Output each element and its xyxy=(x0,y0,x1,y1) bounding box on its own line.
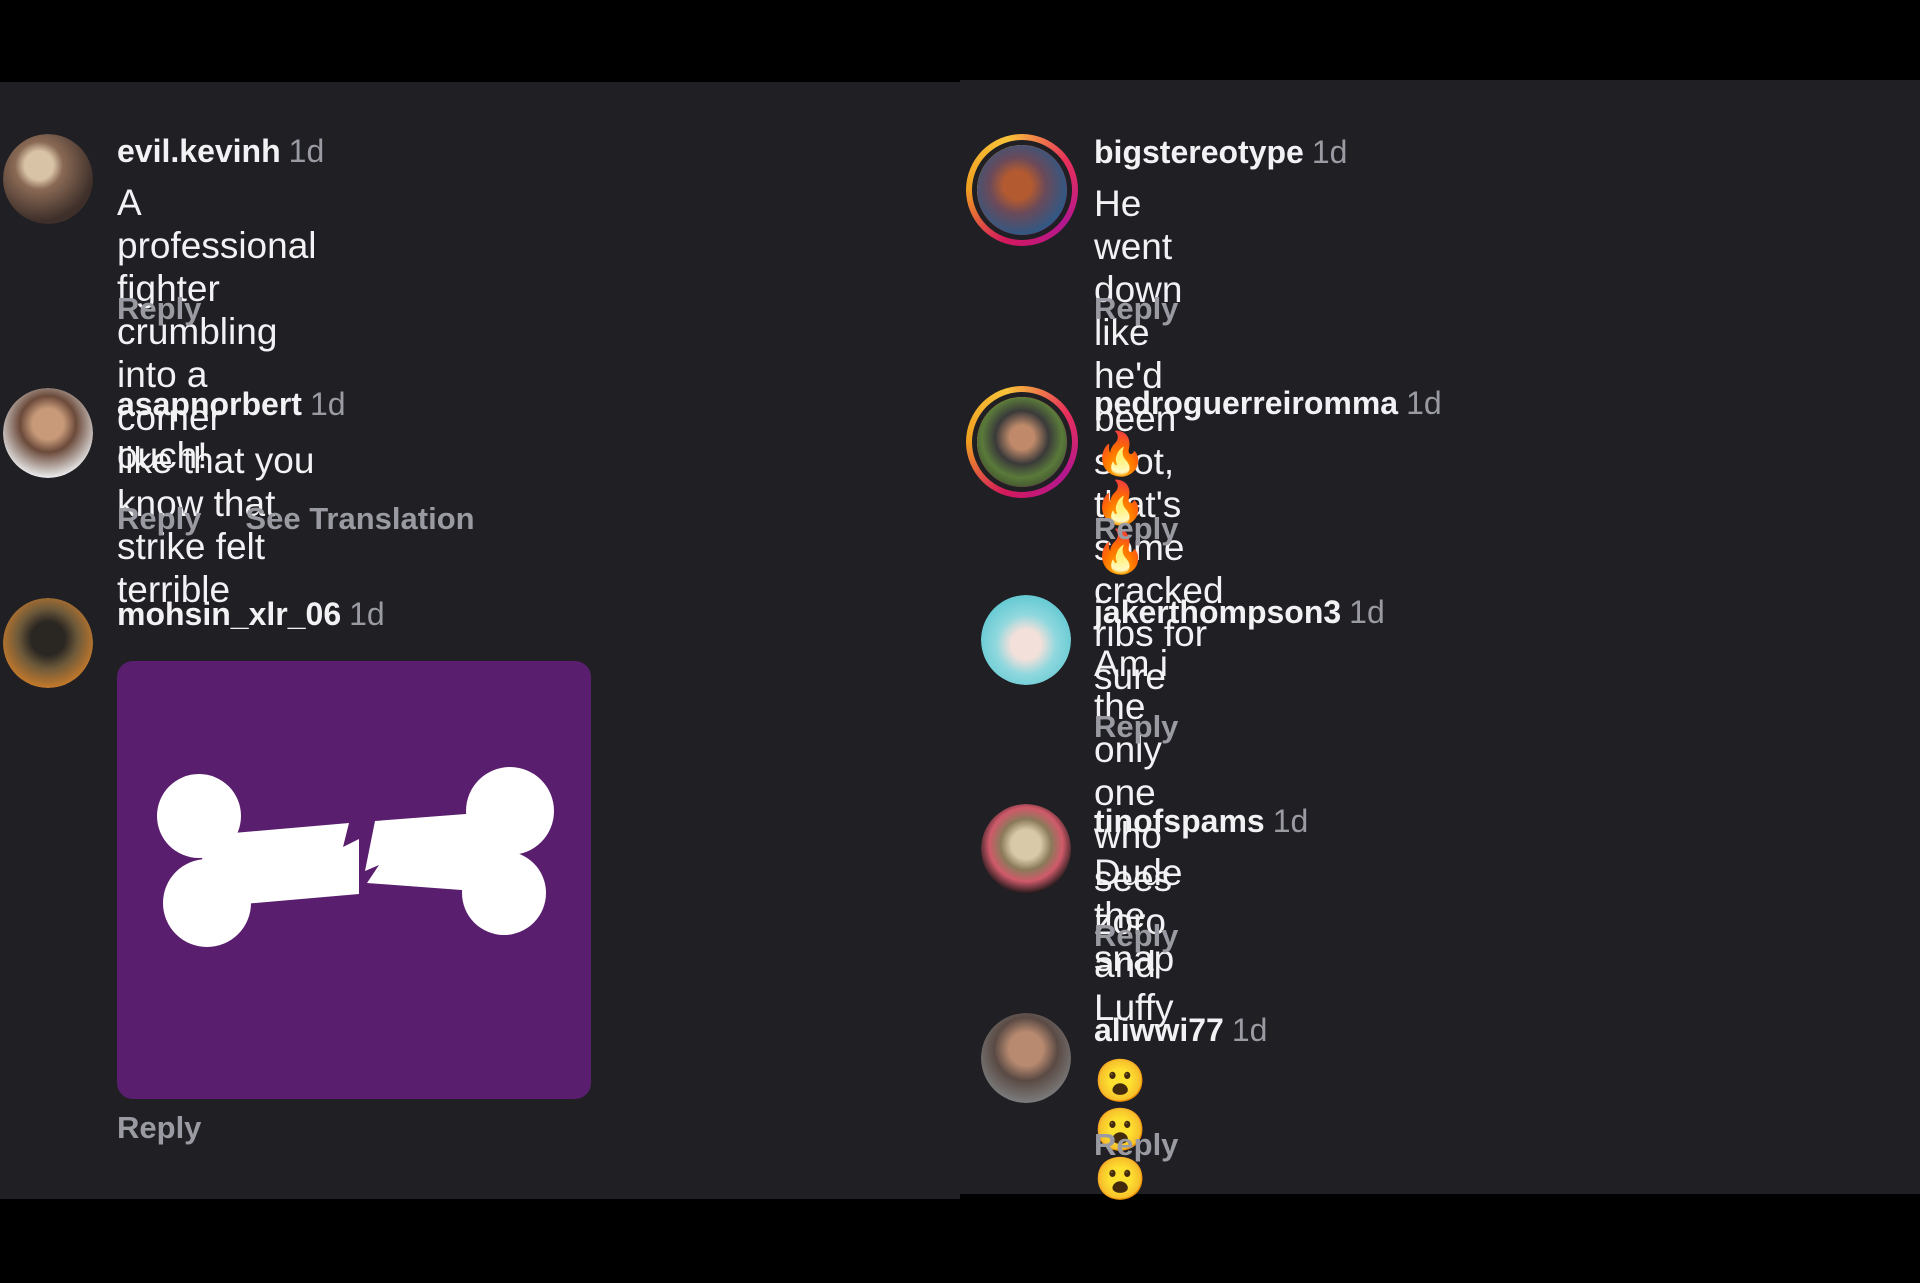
timestamp: 1d xyxy=(1231,1012,1268,1048)
username[interactable]: pedroguerreiromma xyxy=(1094,385,1398,421)
timestamp: 1d xyxy=(288,133,325,169)
avatar[interactable] xyxy=(981,1013,1071,1103)
avatar[interactable] xyxy=(3,598,93,688)
username[interactable]: asapnorbert xyxy=(117,386,302,422)
username[interactable]: aliwwi77 xyxy=(1094,1012,1224,1048)
timestamp: 1d xyxy=(1349,594,1385,630)
avatar-story-ring[interactable] xyxy=(966,386,1078,498)
username[interactable]: jakerthompson3 xyxy=(1094,594,1341,630)
reply-button[interactable]: Reply xyxy=(117,291,201,326)
timestamp: 1d xyxy=(1272,803,1309,839)
see-translation-button[interactable]: See Translation xyxy=(245,501,474,536)
username[interactable]: evil.kevinh xyxy=(117,133,281,169)
avatar[interactable] xyxy=(3,388,93,478)
broken-bone-icon xyxy=(157,767,554,947)
comment-text: Dude the snap xyxy=(1094,852,1183,979)
username[interactable]: mohsin_xlr_06 xyxy=(117,596,341,632)
reply-button[interactable]: Reply xyxy=(1094,291,1178,326)
timestamp: 1d xyxy=(1406,385,1442,421)
avatar[interactable] xyxy=(981,595,1071,685)
reply-button[interactable]: Reply xyxy=(117,1110,201,1145)
avatar-story-ring[interactable] xyxy=(966,134,1078,246)
reply-button[interactable]: Reply xyxy=(1094,918,1178,953)
reply-button[interactable]: Reply xyxy=(1094,511,1178,546)
username[interactable]: bigstereotype xyxy=(1094,134,1304,170)
comment-emojis: 🔥🔥🔥 xyxy=(1094,430,1153,575)
sticker-image[interactable] xyxy=(117,661,591,1099)
timestamp: 1d xyxy=(309,386,346,422)
avatar[interactable] xyxy=(981,804,1071,894)
reply-button[interactable]: Reply xyxy=(1094,1127,1178,1162)
reply-button[interactable]: Reply xyxy=(117,501,201,536)
timestamp: 1d xyxy=(349,596,385,632)
reply-button[interactable]: Reply xyxy=(1094,709,1178,744)
timestamp: 1d xyxy=(1311,134,1348,170)
username[interactable]: tinofspams xyxy=(1094,803,1265,839)
avatar[interactable] xyxy=(3,134,93,224)
comment-text: ouch! xyxy=(117,435,208,476)
